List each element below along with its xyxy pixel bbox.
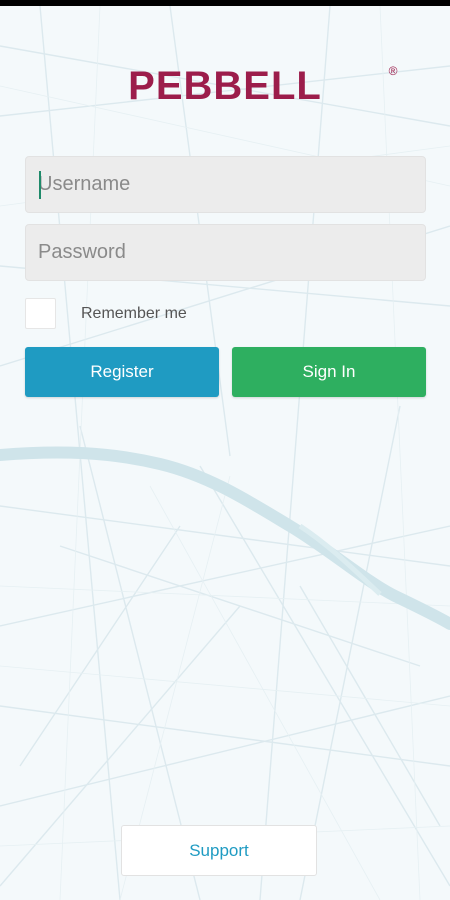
password-input[interactable] — [26, 225, 425, 280]
map-background — [0, 6, 450, 900]
support-button[interactable]: Support — [121, 825, 317, 876]
remember-me-label: Remember me — [81, 305, 187, 322]
username-field[interactable] — [25, 156, 426, 213]
username-input[interactable] — [26, 157, 425, 212]
sign-in-button[interactable]: Sign In — [232, 347, 426, 397]
registered-mark: ® — [388, 64, 398, 78]
brand-logo: PEBBELL ® — [0, 64, 450, 112]
brand-name: PEBBELL — [128, 64, 322, 108]
text-caret — [39, 171, 41, 199]
remember-me-checkbox[interactable] — [25, 298, 56, 329]
remember-me-row[interactable]: Remember me — [25, 298, 325, 330]
password-field[interactable] — [25, 224, 426, 281]
register-button[interactable]: Register — [25, 347, 219, 397]
